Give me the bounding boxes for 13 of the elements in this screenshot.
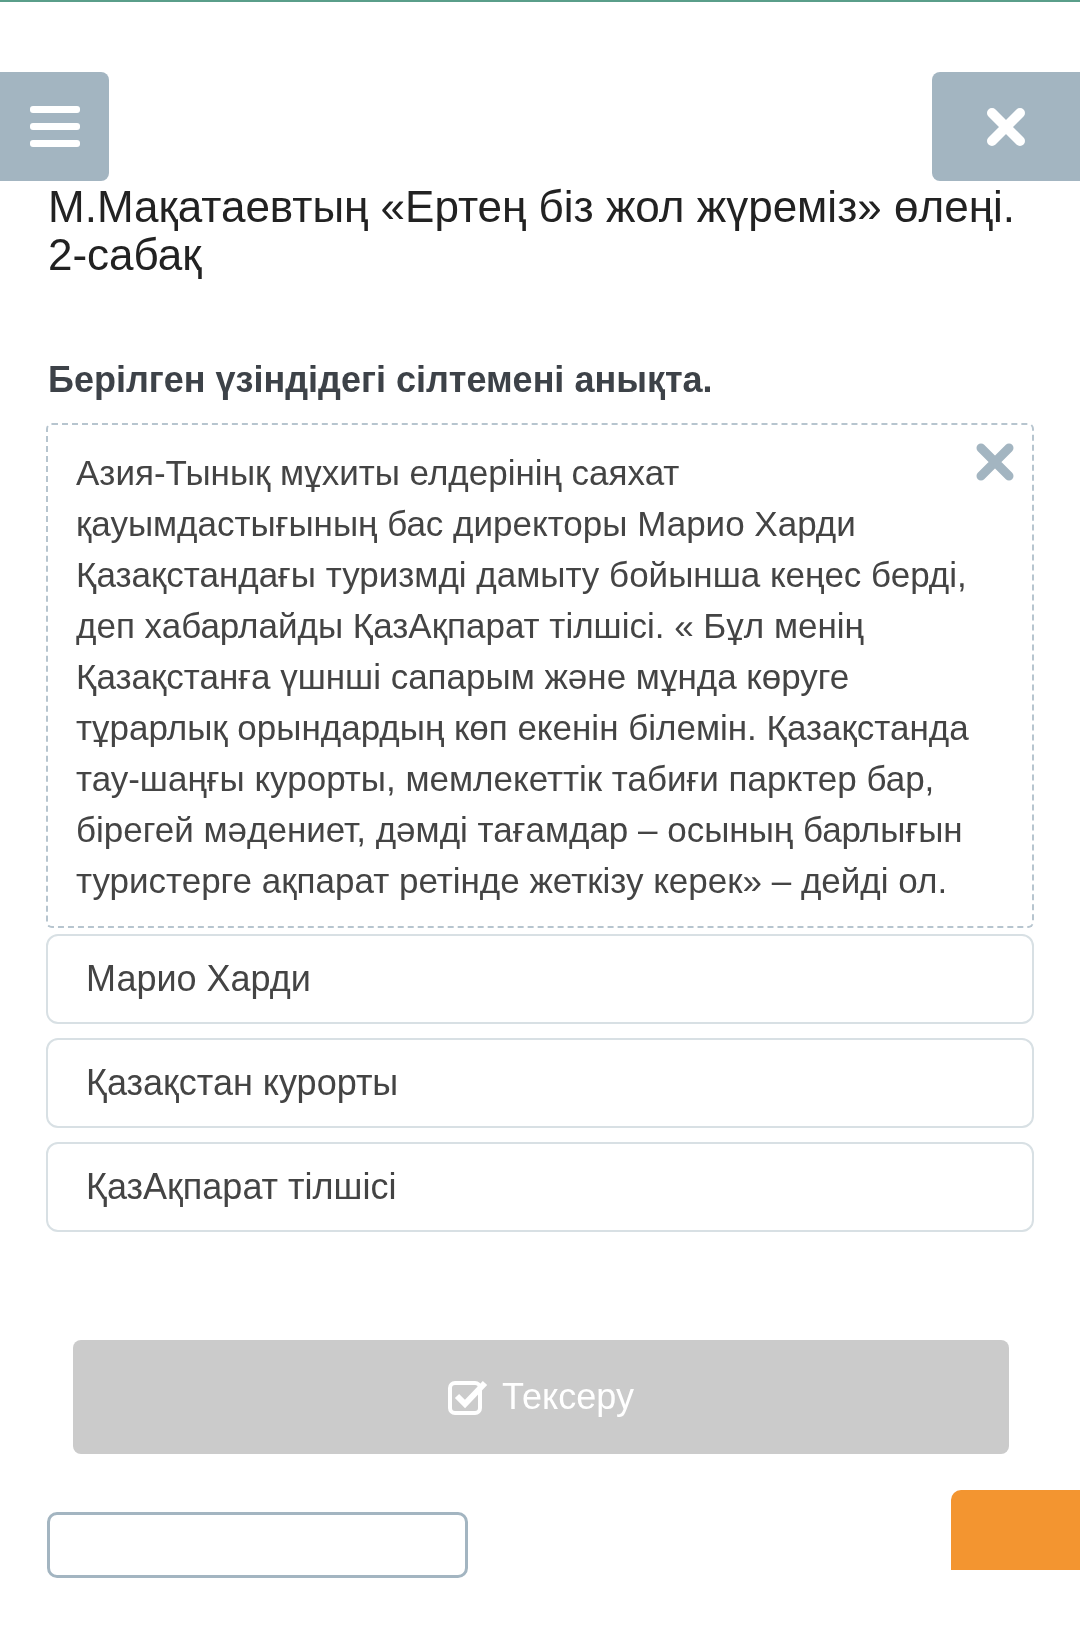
close-button[interactable] [932, 72, 1080, 181]
close-icon[interactable] [976, 443, 1014, 481]
outline-button[interactable] [47, 1512, 468, 1578]
close-icon [986, 106, 1026, 147]
answer-option[interactable]: Қазақстан курорты [46, 1038, 1034, 1128]
menu-icon [29, 105, 80, 148]
passage-text: Азия-Тынық мұхиты елдерінің саяхат қауымдастығының бас директоры Марио Харди Қазақстандағы туризмді дамыту бойынша кеңес берді, деп хабарлайды ҚазАқпарат тілшісі. « Бұл менің Қазақстанға үшнші сапарым және мұнда көруге тұрарлық орындардың көп екенін білемін. Қазақстанда тау-шаңғы курорты, мемлекеттік табиғи парктер бар, бірегей мәдениет, дәмді тағамдар – осының барлығын туристерге ақпарат ретінде жеткізу керек» – дейді ол. [46, 423, 1034, 928]
lesson-title: М.Мақатаевтың «Ертең біз жол жүреміз» өлеңі. 2-сабақ [48, 183, 1016, 279]
question-prompt: Берілген үзіндідегі сілтемені анықта. [48, 359, 714, 401]
menu-button[interactable] [0, 72, 109, 181]
answer-option[interactable]: Марио Харди [46, 934, 1034, 1024]
checkbox-icon [448, 1379, 489, 1415]
answer-option[interactable]: ҚазАқпарат тілшісі [46, 1142, 1034, 1232]
